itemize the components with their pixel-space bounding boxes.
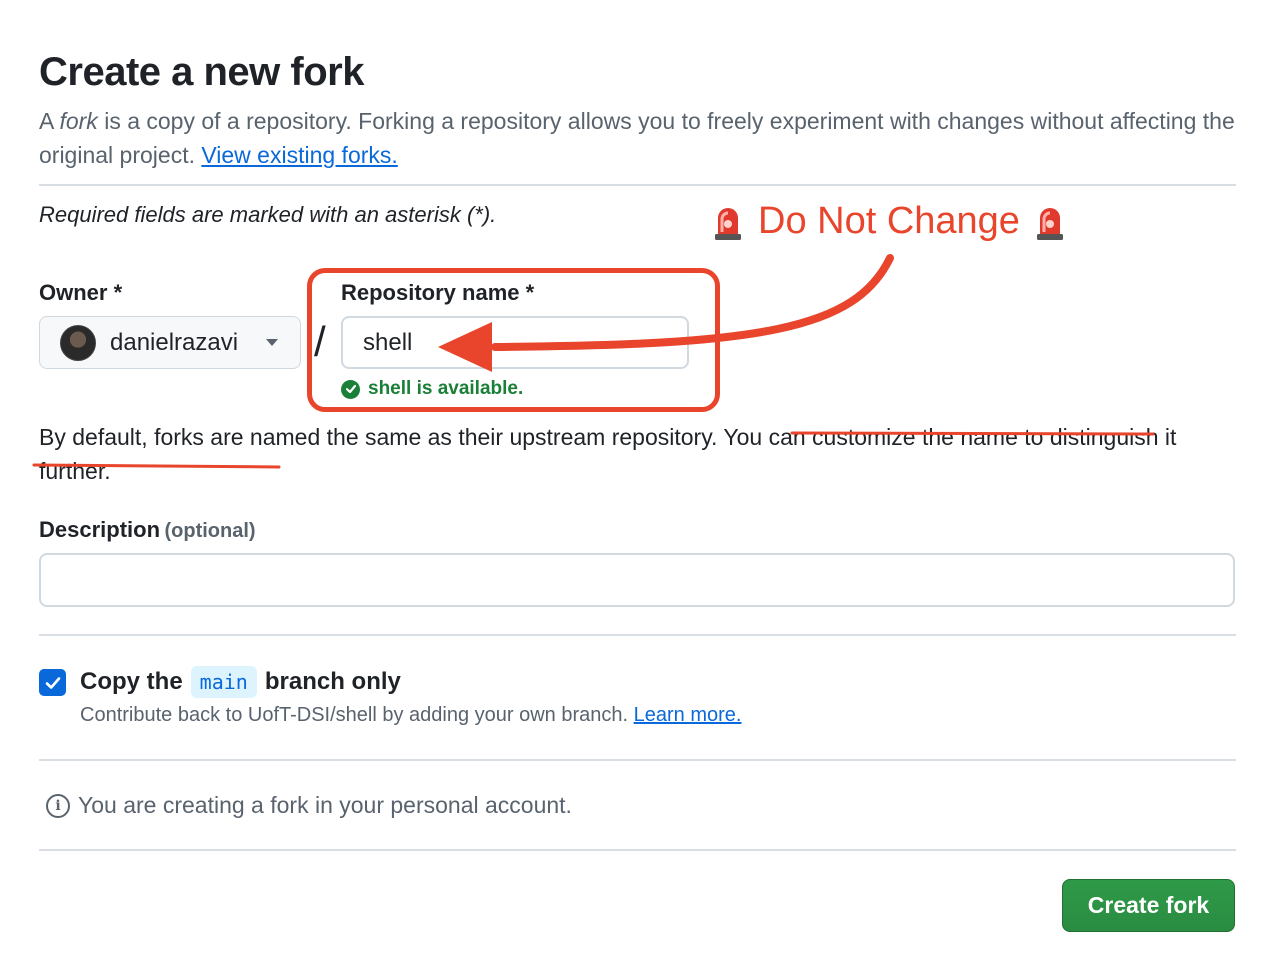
copy-main-branch-checkbox[interactable] (39, 669, 66, 696)
default-note-text: By default, forks are named the same as … (39, 424, 724, 450)
page-title: Create a new fork (39, 50, 364, 94)
learn-more-link[interactable]: Learn more. (634, 704, 742, 726)
required-fields-note: Required fields are marked with an aster… (39, 202, 497, 227)
intro-prefix: A (39, 108, 60, 134)
siren-icon (715, 207, 741, 240)
fork-page: Create a new fork A fork is a copy of a … (0, 0, 1284, 968)
create-fork-button[interactable]: Create fork (1062, 879, 1235, 932)
description-optional: (optional) (164, 520, 256, 542)
info-text: You are creating a fork in your personal… (78, 792, 572, 818)
copy-suffix: branch only (264, 668, 401, 695)
owner-select[interactable]: danielrazavi (39, 316, 301, 369)
description-label-row: Description (optional) (39, 517, 256, 543)
contribute-text: Contribute back to UofT-DSI/shell by add… (80, 704, 634, 726)
owner-name: danielrazavi (110, 328, 239, 356)
divider (39, 184, 1236, 186)
intro-em: fork (59, 108, 98, 134)
copy-prefix: Copy the (80, 668, 183, 695)
chevron-down-icon (266, 339, 278, 346)
annotation-highlight-box (307, 268, 720, 412)
view-existing-forks-link[interactable]: View existing forks. (201, 142, 397, 168)
owner-label: Owner * (39, 280, 123, 305)
branch-name-code: main (190, 666, 257, 698)
info-icon: i (46, 793, 70, 818)
copy-branch-label: Copy the main branch only (80, 666, 401, 698)
avatar (60, 324, 96, 361)
description-label: Description (39, 517, 161, 542)
checkmark-icon (45, 676, 60, 689)
siren-icon (1036, 207, 1063, 240)
divider (39, 759, 1236, 761)
description-input[interactable] (39, 553, 1235, 607)
divider (39, 849, 1236, 851)
contribute-note: Contribute back to UofT-DSI/shell by add… (80, 704, 741, 727)
do-not-change-annotation: Do Not Change (712, 200, 1066, 243)
intro-text: A fork is a copy of a repository. Forkin… (39, 104, 1239, 172)
default-name-note: By default, forks are named the same as … (39, 420, 1239, 488)
annotation-label: Do Not Change (758, 200, 1020, 242)
personal-account-info: i You are creating a fork in your person… (46, 792, 572, 819)
divider (39, 634, 1236, 636)
